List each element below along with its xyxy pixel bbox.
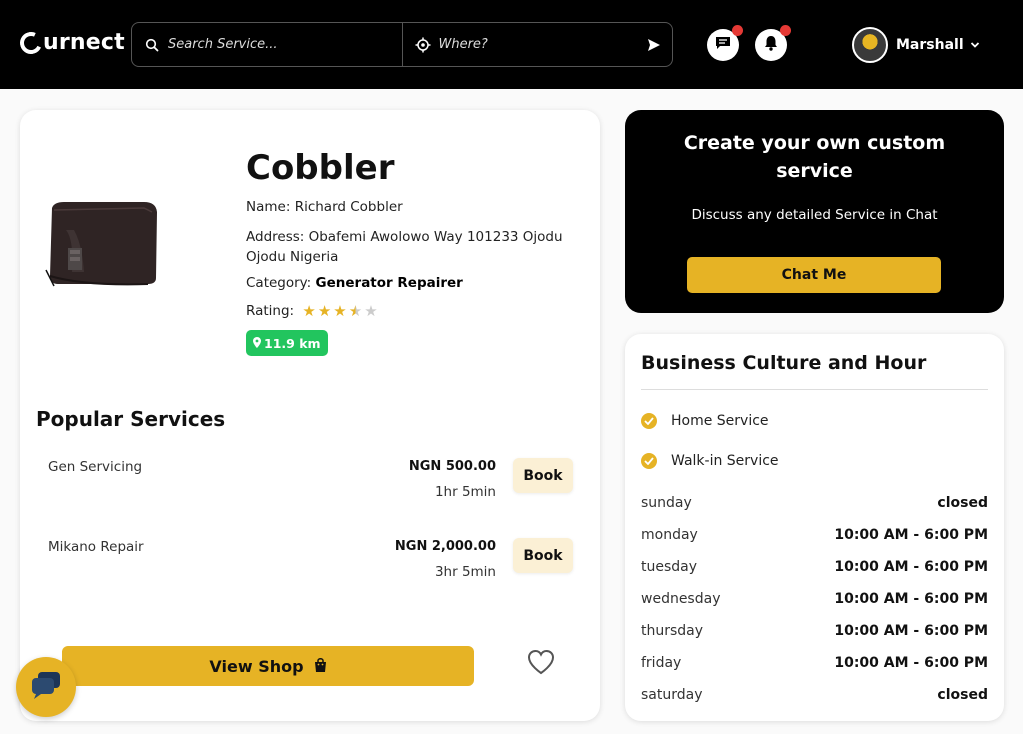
- day-name: saturday: [641, 687, 703, 703]
- day-hours: 10:00 AM - 6:00 PM: [834, 527, 988, 543]
- distance-value: 11.9 km: [264, 335, 321, 351]
- shopping-bag-icon: [314, 657, 327, 676]
- star-half-icon: ★: [348, 301, 363, 320]
- service-price: NGN 500.00: [408, 459, 496, 474]
- search-placeholder: Search Service...: [168, 37, 278, 52]
- user-menu[interactable]: Marshall: [852, 27, 980, 63]
- top-nav-bar: urnect Search Service... Where? Marshall: [0, 0, 1023, 89]
- notifications-button[interactable]: [755, 25, 791, 61]
- hours-title: Business Culture and Hour: [641, 352, 927, 374]
- popular-services-title: Popular Services: [36, 407, 226, 431]
- star-filled-icon: ★: [317, 301, 332, 320]
- chat-icon: [30, 670, 62, 704]
- feature-item: Walk-in Service: [641, 453, 779, 469]
- star-empty-icon: ★: [364, 301, 378, 320]
- category-label: Category:: [246, 275, 312, 291]
- name-row: Name: Richard Cobbler: [246, 199, 403, 215]
- bell-icon: [762, 34, 780, 56]
- address-label: Address:: [246, 229, 305, 245]
- rating-label: Rating:: [246, 303, 295, 319]
- service-duration: 3hr 5min: [434, 564, 496, 580]
- distance-badge: 11.9 km: [246, 330, 328, 356]
- schedule-row: saturday closed: [641, 687, 988, 703]
- business-details-card: Cobbler Name: Richard Cobbler Address: O…: [20, 110, 600, 721]
- chevron-down-icon: [970, 39, 980, 52]
- day-name: monday: [641, 527, 698, 543]
- logo-text: urnect: [43, 30, 125, 55]
- day-name: thursday: [641, 623, 704, 639]
- category-row: Category: Generator Repairer: [246, 275, 463, 291]
- notifications-notification-dot: [780, 25, 791, 36]
- cta-subtitle: Discuss any detailed Service in Chat: [691, 207, 938, 223]
- service-name: Mikano Repair: [48, 539, 144, 555]
- view-shop-label: View Shop: [209, 656, 304, 676]
- star-filled-icon: ★: [333, 301, 347, 320]
- support-chat-button[interactable]: [16, 657, 76, 717]
- day-hours: 10:00 AM - 6:00 PM: [834, 559, 988, 575]
- service-price: NGN 2,000.00: [394, 539, 496, 554]
- schedule-row: tuesday 10:00 AM - 6:00 PM: [641, 559, 988, 575]
- day-hours: closed: [937, 687, 988, 703]
- chat-me-button[interactable]: Chat Me: [687, 257, 941, 293]
- business-title: Cobbler: [246, 148, 395, 188]
- chat-bubble-icon: [714, 34, 732, 56]
- logo-mark: [16, 28, 46, 57]
- map-pin-icon: [253, 336, 261, 351]
- name-value: Richard Cobbler: [294, 199, 403, 215]
- service-name: Gen Servicing: [48, 459, 143, 475]
- day-hours: 10:00 AM - 6:00 PM: [834, 655, 988, 671]
- day-name: sunday: [641, 495, 692, 511]
- heart-icon[interactable]: [526, 648, 556, 676]
- feature-label: Home Service: [671, 413, 769, 429]
- cta-title: Create your own custom service: [683, 132, 946, 182]
- schedule-row: monday 10:00 AM - 6:00 PM: [641, 527, 988, 543]
- avatar: [852, 27, 888, 63]
- custom-service-card: Create your own custom service Discuss a…: [625, 110, 1004, 313]
- send-icon[interactable]: [646, 37, 662, 53]
- star-filled-icon: ★: [302, 301, 316, 320]
- search-icon: [144, 37, 160, 53]
- messages-button[interactable]: [707, 25, 743, 61]
- product-image: [44, 200, 160, 290]
- brand-logo[interactable]: urnect: [16, 28, 125, 57]
- rating-stars: ★ ★ ★ ★ ★: [302, 301, 378, 320]
- check-circle-icon: [641, 453, 657, 469]
- day-name: friday: [641, 655, 682, 671]
- name-label: Name:: [246, 199, 291, 215]
- crosshair-icon: [415, 37, 431, 53]
- user-name: Marshall: [896, 37, 964, 53]
- feature-label: Walk-in Service: [671, 453, 779, 469]
- day-hours: closed: [937, 495, 988, 511]
- day-hours: 10:00 AM - 6:00 PM: [834, 623, 988, 639]
- business-hours-card: Business Culture and Hour Home Service W…: [625, 334, 1004, 721]
- schedule-row: thursday 10:00 AM - 6:00 PM: [641, 623, 988, 639]
- rating-row: Rating: ★ ★ ★ ★ ★: [246, 303, 378, 319]
- day-hours: 10:00 AM - 6:00 PM: [834, 591, 988, 607]
- schedule-row: wednesday 10:00 AM - 6:00 PM: [641, 591, 988, 607]
- view-shop-button[interactable]: View Shop: [62, 646, 474, 686]
- check-circle-icon: [641, 413, 657, 429]
- service-search-input[interactable]: Search Service...: [132, 23, 402, 66]
- service-duration: 1hr 5min: [434, 484, 496, 500]
- book-button[interactable]: Book: [513, 538, 573, 573]
- divider: [641, 389, 988, 390]
- day-name: tuesday: [641, 559, 698, 575]
- address-row: Address: Obafemi Awolowo Way 101233 Ojod…: [246, 227, 586, 267]
- feature-item: Home Service: [641, 413, 769, 429]
- book-button[interactable]: Book: [513, 458, 573, 493]
- category-value: Generator Repairer: [315, 275, 463, 291]
- schedule-row: friday 10:00 AM - 6:00 PM: [641, 655, 988, 671]
- schedule-row: sunday closed: [641, 495, 988, 511]
- location-input[interactable]: Where?: [401, 23, 673, 66]
- location-placeholder: Where?: [438, 37, 488, 52]
- search-bar: Search Service... Where?: [131, 22, 673, 67]
- day-name: wednesday: [641, 591, 721, 607]
- messages-notification-dot: [732, 25, 743, 36]
